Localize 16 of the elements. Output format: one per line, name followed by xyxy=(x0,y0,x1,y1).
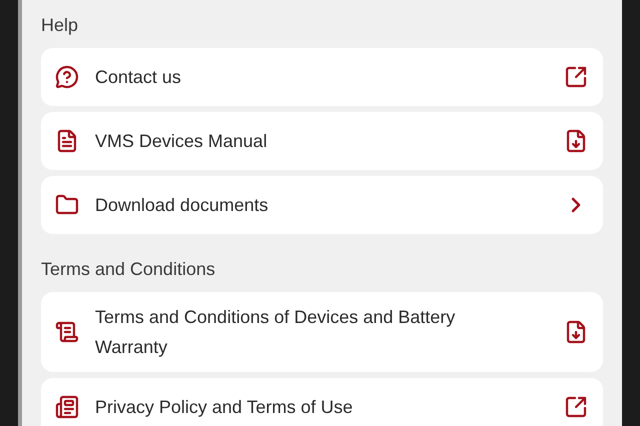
menu-item[interactable]: Download documents xyxy=(41,176,603,234)
menu-item[interactable]: VMS Devices Manual xyxy=(41,112,603,170)
menu-item[interactable]: Terms and Conditions of Devices and Battery Warranty xyxy=(41,292,603,372)
section-heading: Terms and Conditions xyxy=(41,258,216,281)
section-heading: Help xyxy=(41,14,80,37)
external-link-icon xyxy=(564,395,588,419)
menu-item[interactable]: Privacy Policy and Terms of Use xyxy=(41,378,603,426)
document-icon xyxy=(55,129,79,153)
file-download-icon xyxy=(564,129,588,153)
menu-item[interactable]: Contact us xyxy=(41,48,603,106)
folder-icon xyxy=(55,193,79,217)
external-link-icon xyxy=(564,65,588,89)
scroll-icon xyxy=(55,320,79,344)
file-download-icon xyxy=(564,320,588,344)
help-bubble-icon xyxy=(55,65,79,89)
document-icon xyxy=(55,395,79,419)
